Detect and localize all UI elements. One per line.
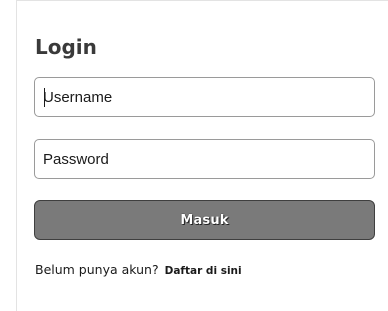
signup-prompt-row: Belum punya akun? Daftar di sini [35, 262, 242, 277]
username-input[interactable] [34, 77, 375, 117]
signup-link[interactable]: Daftar di sini [165, 265, 242, 277]
text-cursor [44, 88, 45, 107]
page-title: Login [35, 35, 97, 59]
login-card: Login Masuk Belum punya akun? Daftar di s… [16, 0, 388, 311]
signup-prompt-text: Belum punya akun? [35, 262, 159, 277]
password-input[interactable] [34, 139, 375, 179]
login-button[interactable]: Masuk [34, 200, 375, 240]
